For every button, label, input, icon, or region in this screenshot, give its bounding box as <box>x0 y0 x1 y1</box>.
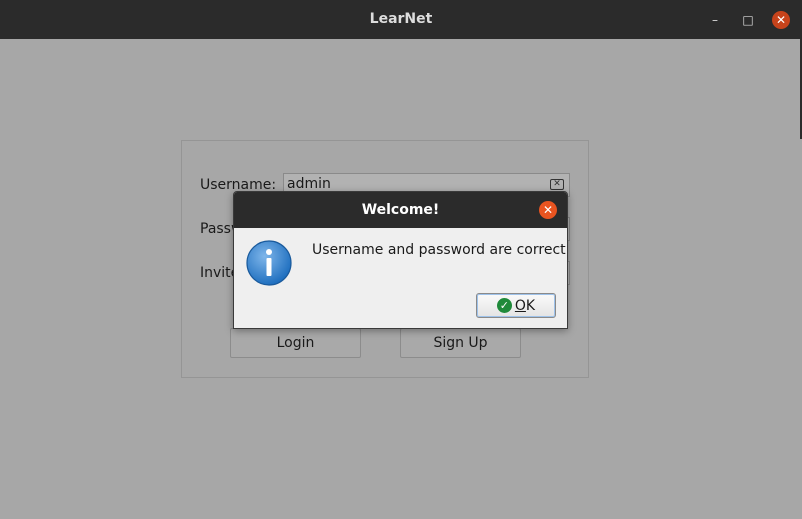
close-icon[interactable]: ✕ <box>772 11 790 29</box>
app-titlebar: LearNet – □ ✕ <box>0 0 802 39</box>
login-button[interactable]: Login <box>230 328 361 358</box>
maximize-icon[interactable]: □ <box>739 11 757 29</box>
sign-up-button[interactable]: Sign Up <box>400 328 521 358</box>
username-value: admin <box>287 176 331 192</box>
minimize-icon[interactable]: – <box>706 11 724 29</box>
dialog-title: Welcome! <box>361 202 440 218</box>
ok-label: OK <box>515 298 535 314</box>
welcome-dialog: Welcome! ✕ Username and password are cor… <box>233 191 568 329</box>
info-icon <box>246 240 292 286</box>
ok-label-rest: K <box>525 297 536 314</box>
window-title: LearNet <box>369 11 433 27</box>
checkmark-icon: ✓ <box>496 298 512 313</box>
close-icon[interactable]: ✕ <box>539 201 557 219</box>
menu-bar-remnant <box>0 0 400 4</box>
clear-text-icon[interactable]: ✕ <box>550 179 564 190</box>
dialog-message: Username and password are correct <box>312 242 566 258</box>
dialog-titlebar: Welcome! ✕ <box>234 192 567 228</box>
ok-button[interactable]: ✓ OK <box>476 293 556 318</box>
ok-mnemonic: O <box>514 297 526 314</box>
